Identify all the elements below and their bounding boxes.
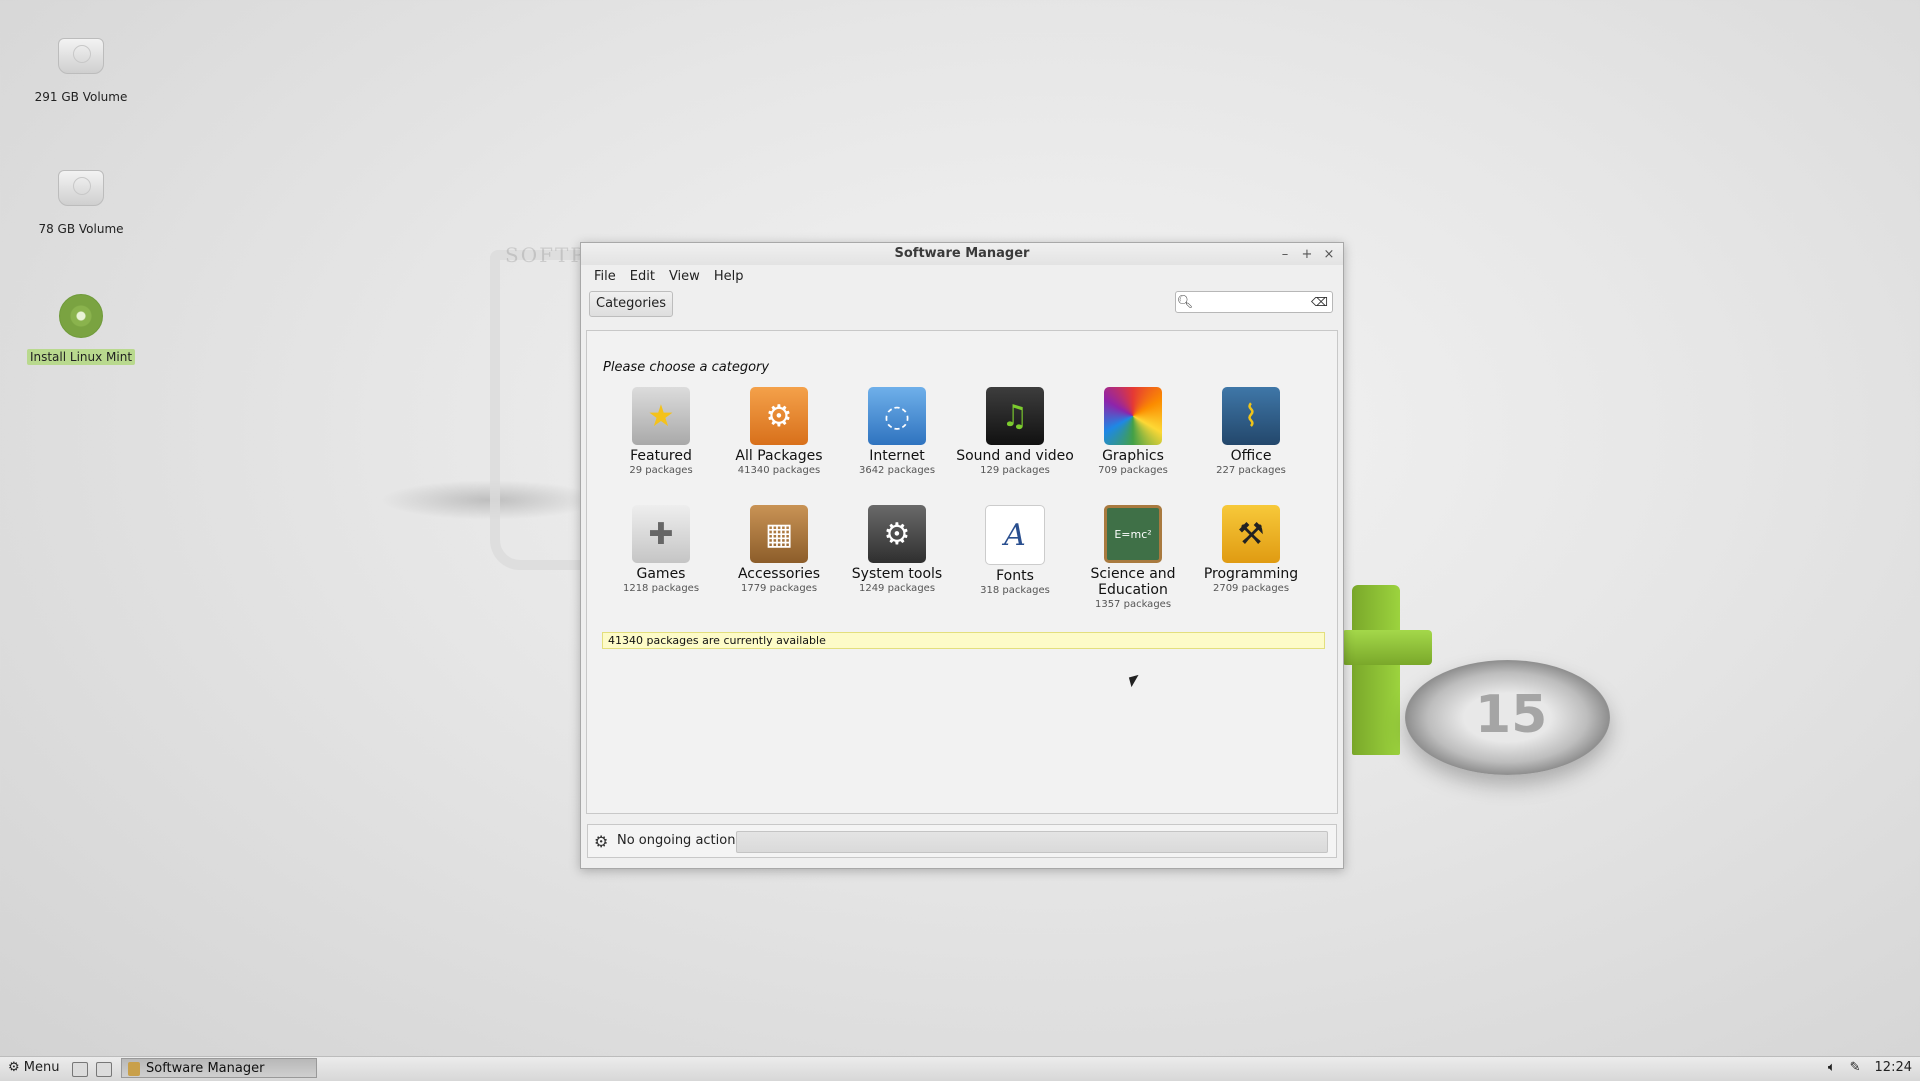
construction-icon: ⚒ — [1222, 505, 1280, 563]
drive-icon — [58, 170, 104, 206]
category-system-tools[interactable]: ⚙ System tools 1249 packages — [838, 505, 956, 623]
category-fonts[interactable]: A Fonts 318 packages — [956, 505, 1074, 623]
desktop-icon-label: 78 GB Volume — [38, 222, 124, 236]
terminal-icon[interactable] — [72, 1062, 88, 1077]
available-packages-notice: 41340 packages are currently available — [602, 632, 1325, 649]
system-tray: 🔈︎ ✎ 12:24 — [1828, 1060, 1912, 1075]
status-bar: ⚙ No ongoing actions — [587, 824, 1337, 858]
menu-bar: File Edit View Help — [581, 265, 1343, 287]
taskbar: ⚙ Menu Software Manager 🔈︎ ✎ 12:24 — [0, 1056, 1920, 1081]
wallpaper-ring: 15 — [1405, 660, 1610, 775]
color-wheel-icon — [1104, 387, 1162, 445]
category-grid: ★ Featured 29 packages ⚙ All Packages 41… — [602, 387, 1312, 623]
search-input[interactable]: 🔍︎ ⌫ — [1175, 291, 1333, 313]
search-icon: 🔍︎ — [1176, 294, 1194, 310]
category-science-and-education[interactable]: E=mc² Science and Education 1357 package… — [1074, 505, 1192, 623]
clock[interactable]: 12:24 — [1875, 1060, 1912, 1075]
desktop-icon-label: 291 GB Volume — [34, 90, 128, 104]
category-internet[interactable]: ◌ Internet 3642 packages — [838, 387, 956, 505]
categories-button[interactable]: Categories — [589, 291, 674, 317]
taskbar-item-software-manager[interactable]: Software Manager — [121, 1058, 317, 1078]
minimize-button[interactable]: – — [1279, 247, 1291, 262]
gear-icon: ⚙ — [868, 505, 926, 563]
desktop-icon-label: Install Linux Mint — [26, 349, 136, 365]
font-icon: A — [985, 505, 1045, 565]
category-panel: Please choose a category ★ Featured 29 p… — [586, 330, 1338, 814]
category-sound-and-video[interactable]: ♫ Sound and video 129 packages — [956, 387, 1074, 505]
title-bar[interactable]: Software Manager – + × — [581, 243, 1343, 265]
menu-help[interactable]: Help — [707, 269, 751, 284]
clapper-icon: ♫ — [986, 387, 1044, 445]
desktop-icon-volume-291[interactable]: 291 GB Volume — [26, 32, 136, 105]
category-games[interactable]: ✚ Games 1218 packages — [602, 505, 720, 623]
category-programming[interactable]: ⚒ Programming 2709 packages — [1192, 505, 1310, 623]
software-manager-icon — [128, 1062, 140, 1076]
maximize-button[interactable]: + — [1301, 247, 1313, 262]
menu-view[interactable]: View — [662, 269, 707, 284]
menu-file[interactable]: File — [587, 269, 623, 284]
toolbar: Categories 🔍︎ ⌫ — [581, 287, 1343, 321]
volume-icon[interactable]: 🔈︎ — [1828, 1060, 1836, 1075]
desktop-icon-volume-78[interactable]: 78 GB Volume — [26, 164, 136, 237]
show-desktop-icon[interactable] — [96, 1062, 112, 1077]
software-manager-window: Software Manager – + × File Edit View He… — [580, 242, 1344, 869]
category-office[interactable]: ⌇ Office 227 packages — [1192, 387, 1310, 505]
network-icon[interactable]: ✎ — [1850, 1060, 1861, 1075]
gear-icon: ⚙ — [594, 832, 609, 851]
gear-icon: ⚙ — [8, 1060, 20, 1075]
star-icon: ★ — [632, 387, 690, 445]
disc-icon — [59, 294, 103, 338]
category-featured[interactable]: ★ Featured 29 packages — [602, 387, 720, 505]
status-text: No ongoing actions — [617, 833, 743, 848]
drive-icon — [58, 38, 104, 74]
gears-icon: ⚙ — [750, 387, 808, 445]
desktop-icon-install-linux-mint[interactable]: Install Linux Mint — [26, 294, 136, 365]
clear-search-icon[interactable]: ⌫ — [1311, 295, 1328, 309]
chart-icon: ⌇ — [1222, 387, 1280, 445]
quick-launch — [72, 1062, 112, 1077]
category-graphics[interactable]: Graphics 709 packages — [1074, 387, 1192, 505]
menu-label: Menu — [23, 1060, 60, 1075]
window-title: Software Manager — [894, 246, 1030, 261]
progress-bar — [736, 831, 1328, 853]
start-menu-button[interactable]: ⚙ Menu — [8, 1060, 60, 1075]
close-button[interactable]: × — [1323, 247, 1335, 262]
calculator-icon: ▦ — [750, 505, 808, 563]
gamepad-icon: ✚ — [632, 505, 690, 563]
category-all-packages[interactable]: ⚙ All Packages 41340 packages — [720, 387, 838, 505]
category-accessories[interactable]: ▦ Accessories 1779 packages — [720, 505, 838, 623]
blackboard-icon: E=mc² — [1104, 505, 1162, 563]
category-heading: Please choose a category — [603, 360, 770, 375]
globe-icon: ◌ — [868, 387, 926, 445]
menu-edit[interactable]: Edit — [623, 269, 662, 284]
